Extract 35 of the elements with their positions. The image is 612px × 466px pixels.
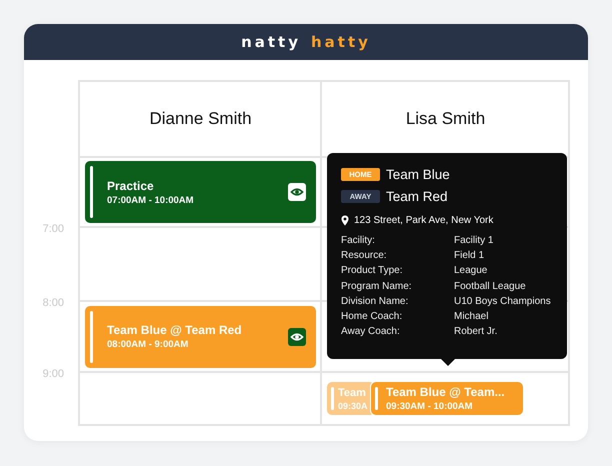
event-card[interactable]: Team Blue @ Team... 09:30AM - 10:00AM: [371, 382, 523, 415]
event-card[interactable]: Practice 07:00AM - 10:00AM: [85, 161, 316, 223]
event-time: 09:30A: [338, 400, 369, 410]
team-name: Team Blue: [386, 166, 450, 182]
detail-value: Michael: [454, 310, 490, 322]
detail-label: Program Name:: [341, 280, 413, 292]
event-card[interactable]: Team Blue @ Team Red 08:00AM - 9:00AM: [85, 306, 316, 368]
column-header: Lisa Smith: [406, 109, 486, 129]
detail-label: Division Name:: [341, 296, 410, 307]
detail-label: Facility:: [341, 235, 376, 246]
event-time: 09:30AM - 10:00AM: [386, 401, 474, 412]
detail-label: Product Type:: [341, 265, 404, 276]
column-header: Dianne Smith: [149, 109, 252, 129]
event-time: 07:00AM - 10:00AM: [107, 194, 195, 206]
logo-text: hatty: [311, 33, 371, 51]
detail-label: Resource:: [341, 250, 388, 262]
detail-value: Facility 1: [454, 235, 494, 246]
team-name: Team Red: [386, 188, 448, 204]
event-title: Practice: [107, 178, 155, 192]
logo-text: natty: [241, 33, 301, 51]
detail-label: Home Coach:: [341, 310, 404, 322]
location-pin-icon: [341, 214, 349, 226]
detail-value: Football League: [454, 280, 527, 292]
event-title: Team Blue @ Team...: [386, 385, 506, 399]
event-title: Team Blue @ Team Red: [107, 323, 243, 337]
event-title: Team: [338, 386, 367, 398]
detail-value: League: [454, 265, 488, 276]
detail-value: Robert Jr.: [454, 326, 498, 338]
detail-label: Away Coach:: [341, 326, 401, 338]
eye-icon[interactable]: [288, 328, 306, 346]
detail-value: Field 1: [454, 250, 486, 262]
address-text: 123 Street, Park Ave, New York: [354, 214, 494, 226]
eye-icon[interactable]: [288, 183, 306, 201]
event-time: 08:00AM - 9:00AM: [107, 339, 190, 350]
detail-value: U10 Boys Champions: [454, 296, 552, 307]
